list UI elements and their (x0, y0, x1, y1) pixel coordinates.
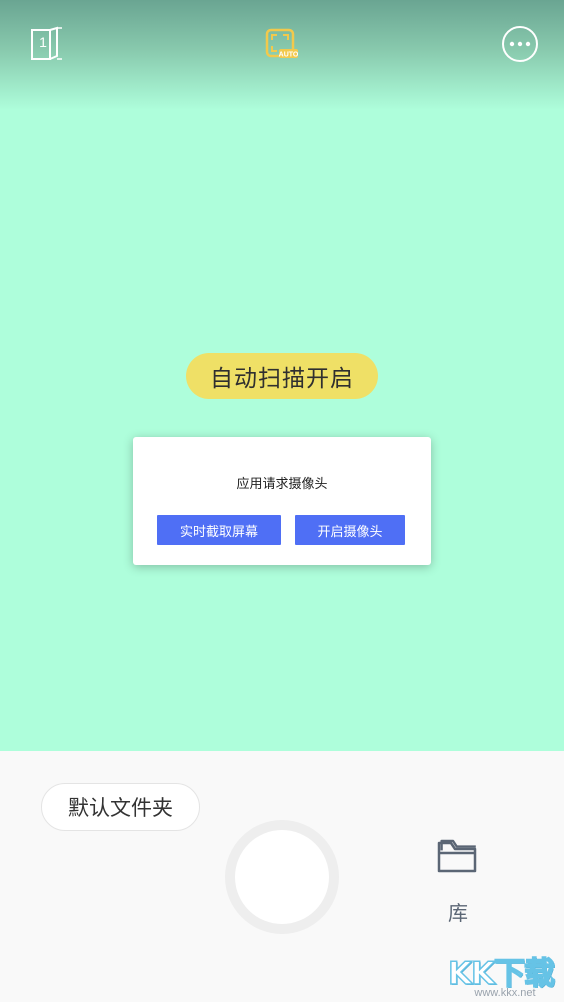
top-bar: 1 AUTO (0, 0, 564, 90)
watermark-logo: KK下载 (447, 955, 556, 993)
watermark-url: www.kkx.net (474, 987, 536, 999)
auto-scan-button[interactable]: AUTO (262, 26, 302, 62)
page-count: 1 (39, 34, 47, 50)
more-options-button[interactable] (501, 25, 539, 63)
svg-text:AUTO: AUTO (279, 52, 299, 59)
watermark: KK下载 www.kkx.net (446, 948, 564, 1002)
auto-scan-status-badge: 自动扫描开启 (186, 353, 378, 399)
folder-icon (437, 839, 477, 873)
default-folder-button[interactable]: 默认文件夹 (41, 783, 200, 831)
page-count-button[interactable]: 1 (26, 26, 66, 64)
shutter-button[interactable] (225, 820, 339, 934)
shutter-inner (235, 830, 329, 924)
open-camera-button[interactable]: 开启摄像头 (295, 515, 405, 545)
library-button[interactable]: 库 (428, 835, 488, 925)
camera-preview: 1 AUTO 自动扫描开启 应用请求摄像头 实时截取屏幕 开启摄像头 (0, 0, 564, 751)
camera-permission-dialog: 应用请求摄像头 实时截取屏幕 开启摄像头 (133, 437, 431, 565)
library-label: 库 (448, 901, 468, 925)
screen-capture-button[interactable]: 实时截取屏幕 (157, 515, 281, 545)
dialog-message: 应用请求摄像头 (236, 477, 328, 492)
auto-scan-icon: AUTO (265, 28, 299, 59)
more-dots-icon (502, 26, 538, 62)
